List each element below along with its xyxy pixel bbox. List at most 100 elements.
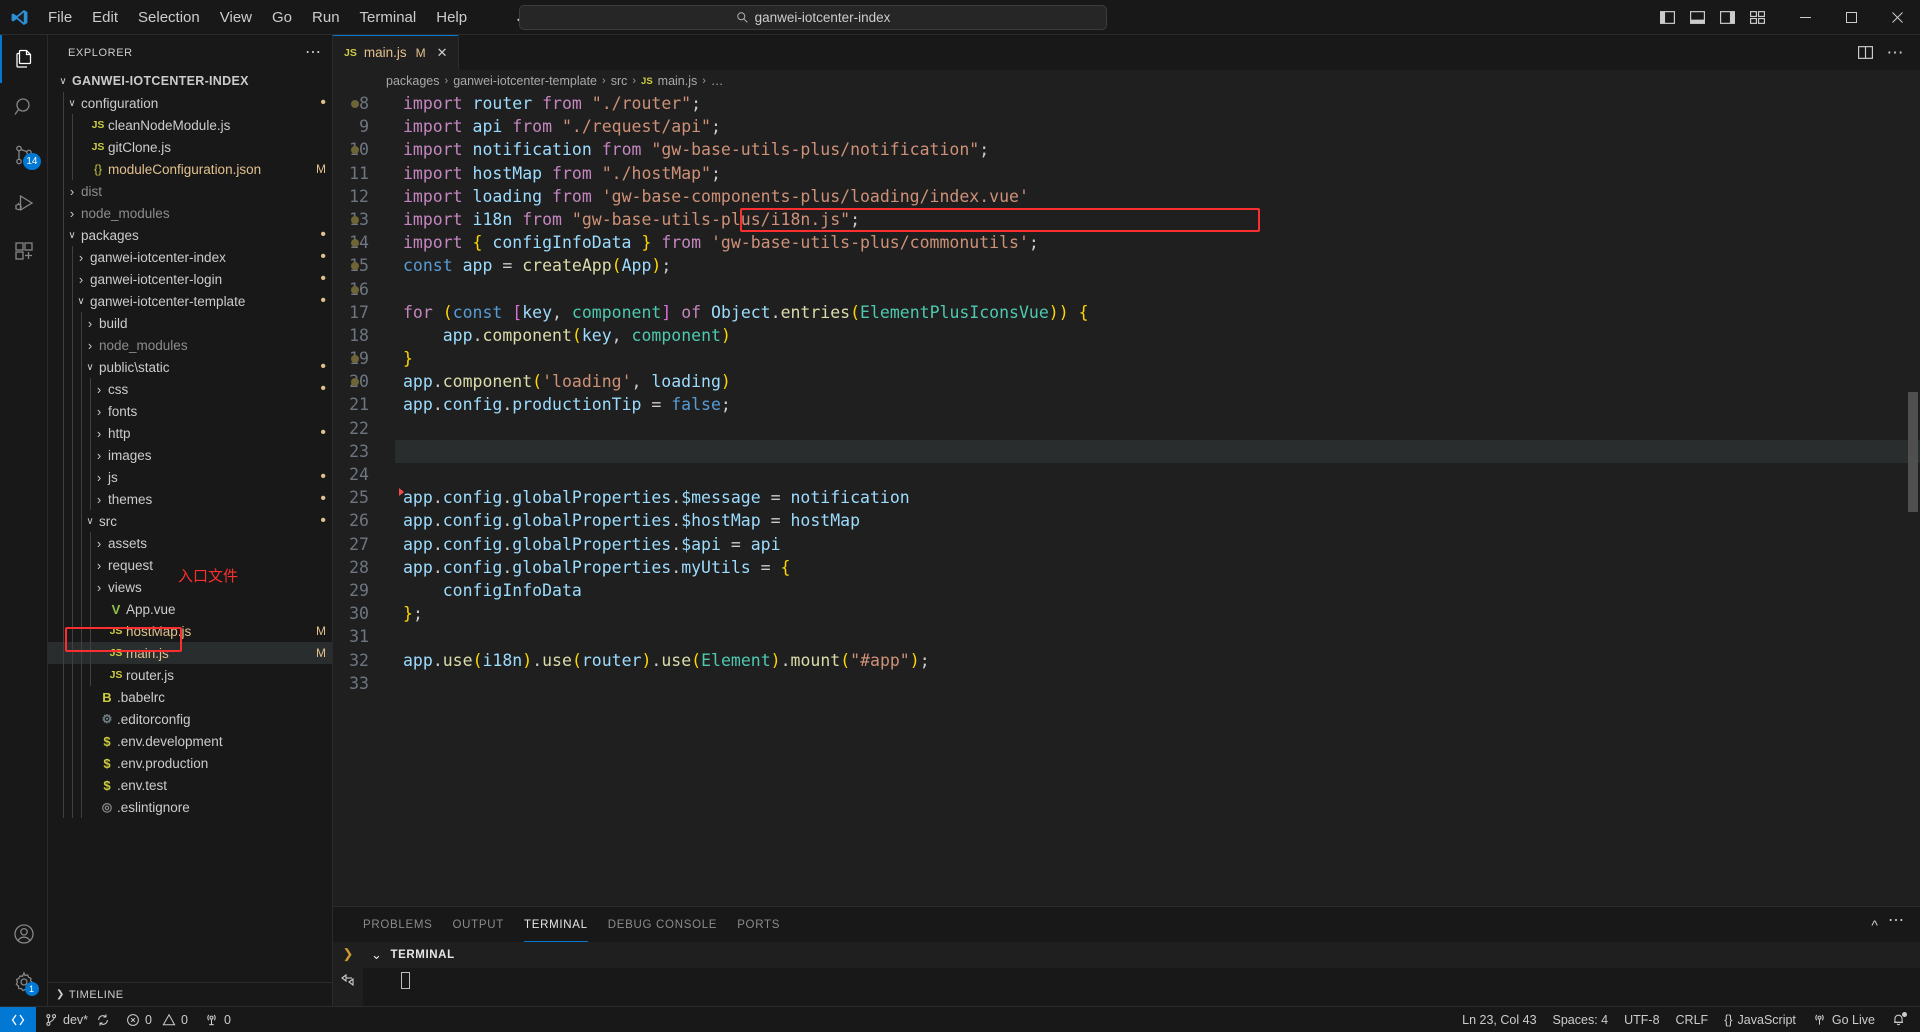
sidebar-item-run-and-debug[interactable]	[0, 179, 48, 227]
code-line[interactable]: 19}	[333, 347, 1920, 370]
menu-help[interactable]: Help	[426, 6, 477, 29]
chevron-down-icon[interactable]: ∨	[83, 516, 97, 527]
tree-folder-dist[interactable]: ›dist	[48, 180, 332, 202]
status-branch[interactable]: dev*	[36, 1007, 118, 1032]
chevron-down-icon[interactable]: ∨	[74, 296, 88, 307]
tree-folder-packages[interactable]: ∨packages•	[48, 224, 332, 246]
status-language-mode[interactable]: {} JavaScript	[1716, 1007, 1804, 1032]
code-line[interactable]: 11import hostMap from "./hostMap";	[333, 162, 1920, 185]
chevron-right-icon[interactable]: ›	[92, 426, 106, 441]
sidebar-item-search[interactable]	[0, 83, 48, 131]
split-terminal-icon[interactable]	[340, 972, 356, 988]
tree-file-gitclone-js[interactable]: JSgitClone.js	[48, 136, 332, 158]
tree-file-hostmap-js[interactable]: JShostMap.jsM	[48, 620, 332, 642]
chevron-down-icon[interactable]: ⌄	[371, 947, 383, 963]
editor-more-actions-icon[interactable]: ⋯	[1882, 40, 1908, 66]
panel-tab-debug-console[interactable]: DEBUG CONSOLE	[598, 907, 727, 942]
tab-main-js[interactable]: JS main.js M ✕	[333, 35, 459, 70]
breadcrumb[interactable]: packages›ganwei-iotcenter-template›src›J…	[333, 70, 1920, 92]
tree-file-app-vue[interactable]: VApp.vue	[48, 598, 332, 620]
code-line[interactable]: 22	[333, 417, 1920, 440]
menu-terminal[interactable]: Terminal	[350, 6, 427, 29]
terminal-main[interactable]: ⌄ TERMINAL	[363, 942, 1920, 1006]
code-scroll-region[interactable]: 8import router from "./router";9import a…	[333, 92, 1920, 906]
code-line[interactable]: 31	[333, 625, 1920, 648]
tree-folder-node-modules[interactable]: ›node_modules	[48, 202, 332, 224]
toggle-primary-sidebar-icon[interactable]	[1652, 2, 1682, 32]
chevron-down-icon[interactable]: ∨	[83, 362, 97, 373]
code-line[interactable]: 23app.config.globalProperties.Axios = Ax…	[333, 440, 1920, 463]
code-lines[interactable]: 8import router from "./router";9import a…	[333, 92, 1920, 695]
code-line[interactable]: 15const app = createApp(App);	[333, 254, 1920, 277]
minimize-window-button[interactable]	[1782, 0, 1828, 35]
breadcrumb-item[interactable]: ganwei-iotcenter-template	[453, 74, 597, 88]
menu-edit[interactable]: Edit	[82, 6, 128, 29]
sidebar-item-explorer[interactable]	[0, 35, 48, 83]
tree-folder-src[interactable]: ∨src•	[48, 510, 332, 532]
menu-go[interactable]: Go	[262, 6, 302, 29]
code-line[interactable]: 26app.config.globalProperties.$hostMap =…	[333, 509, 1920, 532]
status-problems[interactable]: 0 0	[118, 1007, 196, 1032]
tree-folder-public-static[interactable]: ∨public\static•	[48, 356, 332, 378]
breadcrumb-item[interactable]: main.js	[658, 74, 698, 88]
chevron-right-icon[interactable]: ›	[65, 184, 79, 199]
chevron-down-icon[interactable]: ∨	[65, 230, 79, 241]
code-line[interactable]: 9import api from "./request/api";	[333, 115, 1920, 138]
editor-scrollbar-thumb[interactable]	[1908, 392, 1918, 512]
chevron-right-icon[interactable]: ›	[92, 558, 106, 573]
tree-folder-themes[interactable]: ›themes•	[48, 488, 332, 510]
code-line[interactable]: 29 configInfoData	[333, 579, 1920, 602]
tree-file--env-development[interactable]: $.env.development	[48, 730, 332, 752]
breadcrumb-item[interactable]: packages	[386, 74, 440, 88]
code-line[interactable]: 18 app.component(key, component)	[333, 324, 1920, 347]
tree-file--env-test[interactable]: $.env.test	[48, 774, 332, 796]
status-encoding[interactable]: UTF-8	[1616, 1007, 1667, 1032]
tree-folder-ganwei-iotcenter-template[interactable]: ∨ganwei-iotcenter-template•	[48, 290, 332, 312]
chevron-down-icon[interactable]: ∨	[56, 76, 70, 87]
menu-selection[interactable]: Selection	[128, 6, 210, 29]
split-editor-icon[interactable]	[1852, 40, 1878, 66]
close-window-button[interactable]	[1874, 0, 1920, 35]
code-line[interactable]: 10import notification from "gw-base-util…	[333, 138, 1920, 161]
tree-file-moduleconfiguration-json[interactable]: {}moduleConfiguration.jsonM	[48, 158, 332, 180]
chevron-down-icon[interactable]: ∨	[65, 98, 79, 109]
sidebar-item-source-control[interactable]: 14	[0, 131, 48, 179]
chevron-right-icon[interactable]: ›	[65, 206, 79, 221]
tree-folder-images[interactable]: ›images	[48, 444, 332, 466]
command-center-search[interactable]: ganwei-iotcenter-index	[519, 5, 1107, 30]
chevron-right-icon[interactable]: ›	[92, 382, 106, 397]
menu-file[interactable]: File	[38, 6, 82, 29]
tree-folder-js[interactable]: ›js•	[48, 466, 332, 488]
chevron-right-icon[interactable]: ›	[92, 492, 106, 507]
code-line[interactable]: 32app.use(i18n).use(router).use(Element)…	[333, 649, 1920, 672]
panel-tab-ports[interactable]: PORTS	[727, 907, 790, 942]
chevron-right-icon[interactable]: ›	[92, 448, 106, 463]
tree-folder-fonts[interactable]: ›fonts	[48, 400, 332, 422]
tree-folder-ganwei-iotcenter-index[interactable]: ›ganwei-iotcenter-index•	[48, 246, 332, 268]
panel-more-actions-icon[interactable]: ⋯	[1888, 917, 1904, 933]
code-line[interactable]: 33	[333, 672, 1920, 695]
accounts-button[interactable]	[0, 910, 48, 958]
chevron-right-icon[interactable]: ›	[83, 338, 97, 353]
code-line[interactable]: 25app.config.globalProperties.$message =…	[333, 486, 1920, 509]
terminal-chevron-right-icon[interactable]: ❯	[343, 946, 354, 962]
tree-file-main-js[interactable]: JSmain.jsM	[48, 642, 332, 664]
code-line[interactable]: 30};	[333, 602, 1920, 625]
tree-folder-ganwei-iotcenter-login[interactable]: ›ganwei-iotcenter-login•	[48, 268, 332, 290]
tree-root[interactable]: ∨GANWEI-IOTCENTER-INDEX	[48, 70, 332, 92]
code-line[interactable]: 12import loading from 'gw-base-component…	[333, 185, 1920, 208]
code-line[interactable]: 14import { configInfoData } from 'gw-bas…	[333, 231, 1920, 254]
code-line[interactable]: 28app.config.globalProperties.myUtils = …	[333, 556, 1920, 579]
code-line[interactable]: 27app.config.globalProperties.$api = api	[333, 533, 1920, 556]
tree-file-router-js[interactable]: JSrouter.js	[48, 664, 332, 686]
file-tree[interactable]: ∨GANWEI-IOTCENTER-INDEX∨configuration•JS…	[48, 70, 332, 982]
timeline-section-header[interactable]: ❯ TIMELINE	[48, 982, 332, 1006]
chevron-up-icon[interactable]: ^	[1871, 917, 1878, 933]
code-line[interactable]: 17for (const [key, component] of Object.…	[333, 301, 1920, 324]
toggle-panel-icon[interactable]	[1682, 2, 1712, 32]
chevron-right-icon[interactable]: ›	[92, 536, 106, 551]
code-line[interactable]: 8import router from "./router";	[333, 92, 1920, 115]
chevron-right-icon[interactable]: ›	[92, 404, 106, 419]
tree-file--env-production[interactable]: $.env.production	[48, 752, 332, 774]
tree-file--babelrc[interactable]: B.babelrc	[48, 686, 332, 708]
